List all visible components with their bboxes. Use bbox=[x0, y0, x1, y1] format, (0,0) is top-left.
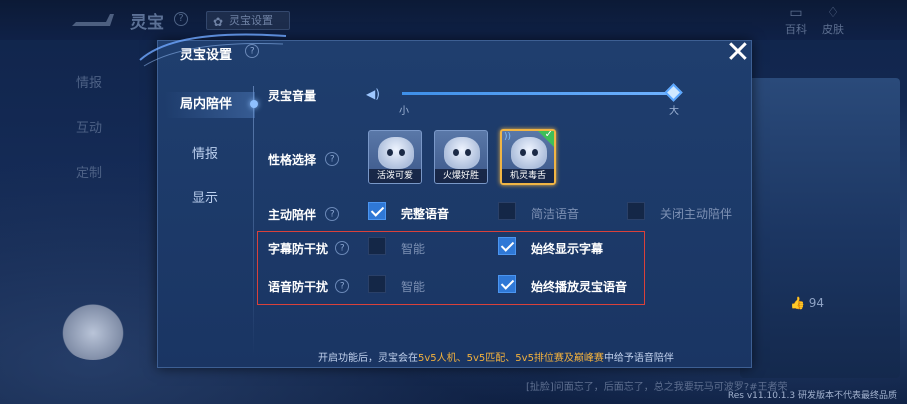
background-settings-button[interactable]: ✿ 灵宝设置 bbox=[206, 11, 290, 30]
volume-max-label: 大 bbox=[669, 106, 679, 117]
skin-label: 皮肤 bbox=[822, 23, 844, 36]
disable-companion-label[interactable]: 关闭主动陪伴 bbox=[660, 205, 732, 222]
companion-label: 主动陪伴 bbox=[268, 208, 317, 222]
volume-min-label: 小 bbox=[399, 106, 409, 117]
volume-slider-track[interactable] bbox=[402, 92, 674, 95]
subtitle-smart-label[interactable]: 智能 bbox=[401, 240, 425, 257]
always-play-voice-label[interactable]: 始终播放灵宝语音 bbox=[531, 278, 627, 295]
background-nav-interact[interactable]: 互动 bbox=[76, 117, 102, 136]
tab-in-game-companion[interactable]: 局内陪伴 bbox=[165, 92, 255, 118]
close-button[interactable]: ✕ bbox=[724, 38, 752, 68]
mascot-cute-icon bbox=[378, 137, 414, 169]
thumbs-up-icon: 👍 bbox=[790, 296, 805, 310]
concise-voice-label[interactable]: 简洁语音 bbox=[531, 205, 579, 222]
personality-option-label: 活泼可爱 bbox=[369, 169, 421, 183]
active-tab-indicator bbox=[250, 100, 258, 108]
encyclopedia-icon: ▭ bbox=[789, 5, 803, 21]
speaker-icon: ◀) bbox=[366, 87, 380, 101]
footer-note-prefix: 开启功能后，灵宝会在 bbox=[318, 353, 418, 364]
volume-label: 灵宝音量 bbox=[268, 89, 317, 103]
sound-wave-icon: )) bbox=[504, 132, 512, 142]
tab-display[interactable]: 显示 bbox=[192, 187, 270, 206]
skin-button[interactable]: ♢ 皮肤 bbox=[818, 6, 848, 37]
personality-option-label: 机灵毒舌 bbox=[502, 169, 554, 183]
personality-option-cute[interactable]: 活泼可爱 bbox=[368, 130, 422, 184]
background-content-card bbox=[740, 78, 900, 378]
tab-info[interactable]: 情报 bbox=[192, 143, 270, 162]
personality-option-sassy[interactable]: )) ✓ 机灵毒舌 bbox=[500, 129, 556, 185]
encyclopedia-button[interactable]: ▭ 百科 bbox=[781, 6, 811, 37]
disable-companion-checkbox[interactable] bbox=[627, 202, 645, 220]
concise-voice-checkbox[interactable] bbox=[498, 202, 516, 220]
tab-divider bbox=[253, 86, 254, 356]
personality-option-fiery[interactable]: 火爆好胜 bbox=[434, 130, 488, 184]
like-count[interactable]: 👍 94 bbox=[790, 296, 824, 310]
background-nav-info[interactable]: 情报 bbox=[76, 72, 102, 91]
back-arrow-icon[interactable] bbox=[70, 10, 116, 30]
version-label: Res v11.10.1.3 研发版本不代表最终品质 bbox=[727, 391, 897, 401]
full-voice-label[interactable]: 完整语音 bbox=[401, 205, 449, 222]
always-show-subtitle-label[interactable]: 始终显示字幕 bbox=[531, 240, 603, 257]
subtitle-smart-checkbox[interactable] bbox=[368, 237, 386, 255]
footer-note: 开启功能后，灵宝会在5v5人机、5v5匹配、5v5排位赛及巅峰赛中给予语音陪伴 bbox=[318, 349, 674, 364]
background-help-icon[interactable]: ? bbox=[174, 12, 188, 26]
voice-smart-label[interactable]: 智能 bbox=[401, 278, 425, 295]
full-voice-checkbox[interactable] bbox=[368, 202, 386, 220]
top-bar: 灵宝 ? ✿ 灵宝设置 ▭ 百科 ♢ 皮肤 bbox=[0, 0, 907, 40]
like-count-value: 94 bbox=[808, 296, 825, 310]
footer-note-suffix: 中给予语音陪伴 bbox=[603, 353, 674, 364]
voice-guard-label: 语音防干扰 bbox=[268, 280, 329, 294]
skin-icon: ♢ bbox=[826, 5, 840, 21]
footer-note-modes: 5v5人机、5v5匹配、5v5排位赛及巅峰赛 bbox=[418, 353, 604, 364]
modal-title: 灵宝设置 bbox=[180, 48, 233, 63]
personality-label: 性格选择 bbox=[268, 153, 317, 167]
background-settings-label: 灵宝设置 bbox=[229, 14, 273, 27]
mascot-fiery-icon bbox=[444, 137, 480, 169]
always-show-subtitle-checkbox[interactable] bbox=[498, 237, 516, 255]
always-play-voice-checkbox[interactable] bbox=[498, 275, 516, 293]
subtitle-guard-label: 字幕防干扰 bbox=[268, 242, 329, 256]
encyclopedia-label: 百科 bbox=[785, 23, 807, 36]
gear-icon: ✿ bbox=[213, 15, 224, 29]
background-mascot bbox=[58, 300, 128, 360]
checkmark-icon: ✓ bbox=[544, 129, 553, 140]
background-nav-custom[interactable]: 定制 bbox=[76, 162, 102, 181]
voice-smart-checkbox[interactable] bbox=[368, 275, 386, 293]
personality-option-label: 火爆好胜 bbox=[435, 169, 487, 183]
